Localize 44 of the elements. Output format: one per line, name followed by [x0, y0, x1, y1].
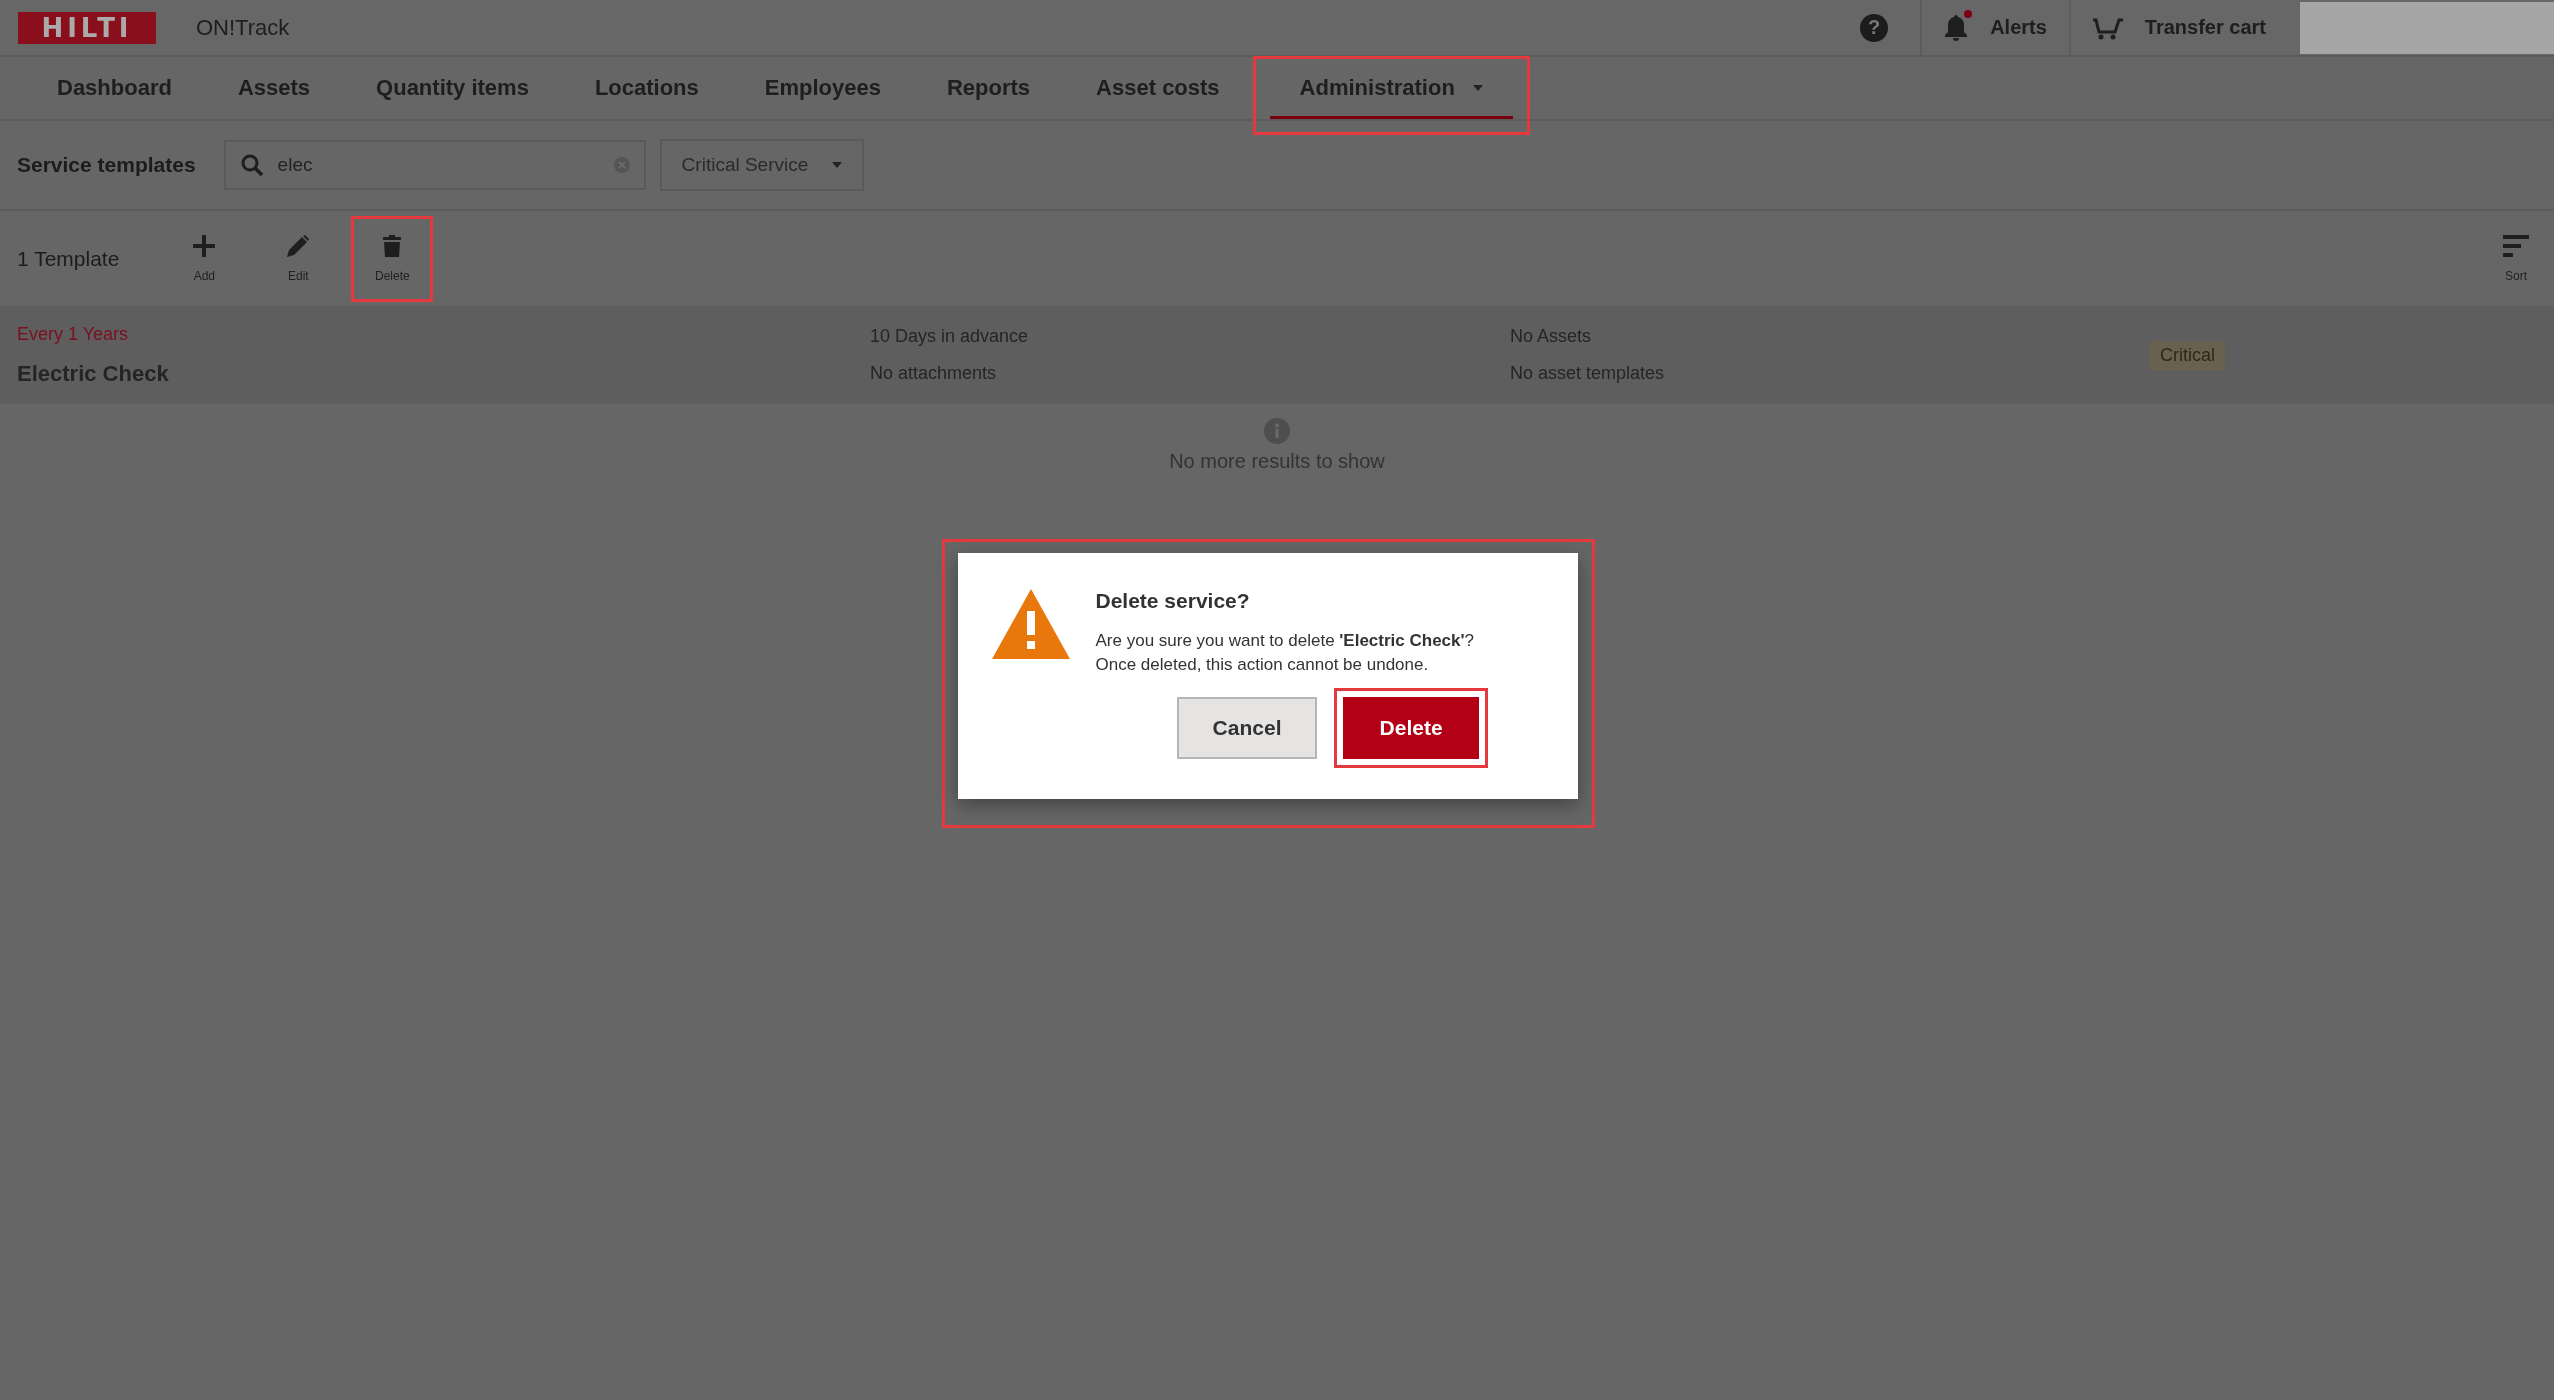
asset-templates-text: No asset templates: [1510, 363, 1666, 384]
dialog-title: Delete service?: [1095, 589, 1251, 613]
logo[interactable]: HILTI: [18, 11, 156, 44]
help-button[interactable]: ?: [1860, 13, 1889, 42]
page-title: Service templates: [17, 153, 196, 177]
warning-icon: [991, 589, 1070, 659]
search-field[interactable]: elec: [223, 140, 646, 190]
trash-icon: [383, 234, 402, 257]
nav-tab[interactable]: Assets: [207, 59, 341, 119]
attachments-text: No attachments: [870, 363, 998, 384]
info-icon: [1264, 418, 1290, 444]
alerts-button[interactable]: Alerts: [1920, 0, 2069, 55]
search-input[interactable]: elec: [275, 153, 602, 177]
filter-dropdown[interactable]: Critical Service: [659, 139, 865, 191]
template-row[interactable]: Every 1 Years Electric Check 10 Days in advance No attachments No Assets No asset templates Critical: [0, 306, 2554, 404]
caret-icon: [832, 162, 843, 168]
interval-text: Every 1 Years: [17, 323, 130, 345]
template-name: Electric Check: [17, 360, 170, 387]
toolbar-button[interactable]: Edit: [260, 218, 337, 299]
toolbar-button[interactable]: Delete: [354, 218, 431, 299]
nav-tab[interactable]: Employees: [734, 59, 911, 119]
template-count: 1 Template: [17, 246, 120, 271]
app-name: ON!Track: [196, 14, 290, 41]
nav-tab[interactable]: Reports: [916, 59, 1061, 119]
plus-icon: [193, 234, 216, 257]
nav-tab[interactable]: Quantity items: [346, 59, 559, 119]
nav-tab[interactable]: Locations: [564, 59, 729, 119]
toolbar-button[interactable]: Add: [166, 218, 243, 299]
delete-button[interactable]: Delete: [1343, 697, 1480, 759]
notice-text: 10 Days in advance: [870, 326, 1030, 347]
bell-icon: [1944, 14, 1969, 41]
sort-button[interactable]: Sort: [2478, 218, 2554, 299]
critical-tag: Critical: [2150, 340, 2225, 370]
search-icon: [239, 153, 264, 177]
assets-text: No Assets: [1510, 326, 1593, 347]
pencil-icon: [287, 234, 310, 257]
nav-tab[interactable]: Asset costs: [1066, 59, 1250, 119]
cancel-button[interactable]: Cancel: [1177, 697, 1318, 759]
user-area[interactable]: [2300, 1, 2554, 54]
sort-icon: [2503, 234, 2529, 257]
nav-tab[interactable]: Dashboard: [27, 59, 202, 119]
nav-tab[interactable]: Administration: [1269, 59, 1513, 119]
dialog-message: Are you sure you want to delete 'Electric Check'? Once deleted, this action cannot be undone.: [1095, 630, 1475, 676]
transfer-cart-button[interactable]: Transfer cart: [2068, 0, 2288, 55]
